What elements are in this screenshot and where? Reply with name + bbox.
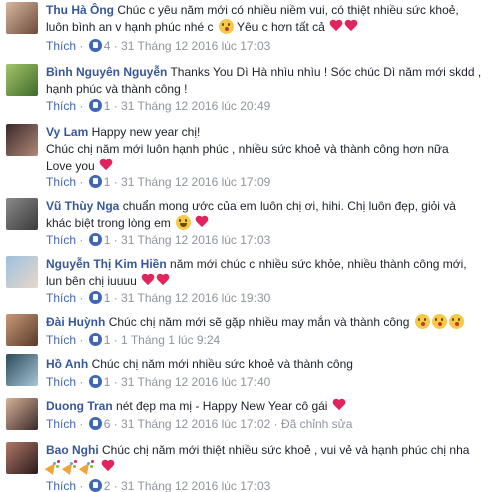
party-popper-icon (80, 460, 94, 474)
kiss-emoji-icon (448, 314, 464, 329)
comment-author[interactable]: Vy Lam (46, 125, 88, 139)
comment-meta: Thích · 4 · 31 Tháng 12 2016 lúc 17:03 (46, 39, 271, 53)
like-button[interactable]: Thích (46, 479, 76, 492)
comment-timestamp[interactable]: 31 Tháng 12 2016 lúc 20:49 (121, 99, 270, 113)
comment-text: Chúc chị năm mới sẽ gặp nhiều may mắn và… (108, 315, 410, 329)
party-popper-icon (63, 460, 77, 474)
comment-meta: Thích · 2 · 31 Tháng 12 2016 lúc 17:03 (46, 479, 271, 492)
like-count-icon (88, 39, 102, 52)
avatar[interactable] (6, 314, 38, 346)
like-count[interactable]: 1 (104, 375, 111, 389)
heart-icon (195, 216, 209, 229)
comment-author[interactable]: Nguyễn Thị Kim Hiền (46, 257, 167, 271)
comment-timestamp[interactable]: 31 Tháng 12 2016 lúc 17:03 (121, 479, 270, 492)
comment-text: Chúc chị năm mới luôn hạnh phúc , nhiều … (46, 142, 449, 156)
avatar[interactable] (6, 2, 38, 34)
like-count[interactable]: 4 (104, 39, 111, 53)
comment-timestamp[interactable]: 31 Tháng 12 2016 lúc 17:03 (121, 233, 270, 247)
heart-icon (101, 460, 115, 473)
like-count[interactable]: 1 (104, 233, 111, 247)
comment-text: Yêu c hơn tất cả (236, 20, 325, 34)
comment-text: Chúc chị năm mới thiệt nhiều sức khoẻ , … (102, 443, 470, 457)
comment-timestamp[interactable]: 31 Tháng 12 2016 lúc 17:02 (121, 417, 270, 431)
like-count[interactable]: 1 (104, 333, 111, 347)
heart-icon (156, 274, 170, 287)
comment-text: Love you (46, 159, 95, 173)
like-count[interactable]: 1 (104, 291, 111, 305)
avatar[interactable] (6, 198, 38, 230)
like-count-icon (88, 291, 102, 304)
comment-author[interactable]: Vũ Thùy Nga (46, 199, 119, 213)
comment-timestamp[interactable]: 31 Tháng 12 2016 lúc 17:03 (121, 39, 270, 53)
smiley-emoji-icon (176, 215, 192, 230)
like-count-icon (88, 375, 102, 388)
comment-text: Chúc chị năm mới nhiều sức khoẻ và thành… (91, 357, 353, 371)
like-count[interactable]: 2 (104, 479, 111, 492)
comment-body: Thu Hà Ông Chúc c yêu năm mới có nhiều n… (46, 2, 484, 36)
avatar[interactable] (6, 442, 38, 474)
comment-meta: Thích · 1 · 31 Tháng 12 2016 lúc 17:03 (46, 233, 271, 247)
like-count[interactable]: 1 (104, 175, 111, 189)
comment-author[interactable]: Bình Nguyên Nguyễn (46, 65, 167, 79)
comment-text: nét đẹp ma mị - Happy New Year cô gái (116, 399, 328, 413)
comment-body: Vũ Thùy Nga chuẩn mong ước của em luôn c… (46, 198, 484, 232)
like-button[interactable]: Thích (46, 39, 76, 53)
heart-icon (344, 20, 358, 33)
like-button[interactable]: Thích (46, 417, 76, 431)
like-button[interactable]: Thích (46, 333, 76, 347)
avatar[interactable] (6, 398, 38, 430)
comment-author[interactable]: Duong Tran (46, 399, 113, 413)
comment-body: Duong Tran nét đẹp ma mị - Happy New Yea… (46, 398, 484, 415)
like-count-icon (88, 175, 102, 188)
comment-body: Vy Lam Happy new year chị! Chúc chị năm … (46, 124, 484, 175)
like-count-icon (88, 333, 102, 346)
like-count-icon (88, 99, 102, 112)
heart-icon (141, 274, 155, 287)
comment-author[interactable]: Bao Nghi (46, 443, 99, 457)
comment-text: Happy new year chị! (91, 125, 201, 139)
like-count-icon (88, 479, 102, 492)
like-count[interactable]: 6 (104, 417, 111, 431)
comment-meta: Thích · 1 · 31 Tháng 12 2016 lúc 20:49 (46, 99, 271, 113)
heart-icon (99, 159, 113, 172)
comment-author[interactable]: Đài Huỳnh (46, 315, 105, 329)
comment-timestamp[interactable]: 31 Tháng 12 2016 lúc 17:09 (121, 175, 270, 189)
comment-body: Bình Nguyên Nguyễn Thanks You Dì Hà nhìu… (46, 64, 484, 98)
like-button[interactable]: Thích (46, 375, 76, 389)
comment-meta: Thích · 1 · 31 Tháng 12 2016 lúc 19:30 (46, 291, 271, 305)
like-count[interactable]: 1 (104, 99, 111, 113)
kiss-emoji-icon (431, 314, 447, 329)
like-count-icon (88, 417, 102, 430)
comment-body: Nguyễn Thị Kim Hiền năm mới chúc c nhiều… (46, 256, 484, 290)
comment-meta: Thích · 1 · 31 Tháng 12 2016 lúc 17:40 (46, 375, 271, 389)
like-button[interactable]: Thích (46, 291, 76, 305)
comment-author[interactable]: Thu Hà Ông (46, 3, 114, 17)
heart-icon (329, 20, 343, 33)
avatar[interactable] (6, 354, 38, 386)
like-button[interactable]: Thích (46, 233, 76, 247)
avatar[interactable] (6, 64, 38, 96)
comment-author[interactable]: Hồ Anh (46, 357, 88, 371)
comment-timestamp[interactable]: 31 Tháng 12 2016 lúc 17:40 (121, 375, 270, 389)
heart-icon (332, 399, 346, 412)
edited-label[interactable]: Đã chỉnh sửa (281, 417, 352, 431)
like-button[interactable]: Thích (46, 175, 76, 189)
like-count-icon (88, 233, 102, 246)
comment-meta: Thích · 6 · 31 Tháng 12 2016 lúc 17:02 ·… (46, 417, 353, 431)
comment-timestamp[interactable]: 1 Tháng 1 lúc 9:24 (121, 333, 220, 347)
comment-body: Đài Huỳnh Chúc chị năm mới sẽ gặp nhiều … (46, 314, 484, 331)
comment-body: Bao Nghi Chúc chị năm mới thiệt nhiều sứ… (46, 442, 484, 476)
comment-meta: Thích · 1 · 31 Tháng 12 2016 lúc 17:09 (46, 175, 271, 189)
kiss-emoji-icon (218, 19, 234, 34)
party-popper-icon (46, 460, 60, 474)
comment-timestamp[interactable]: 31 Tháng 12 2016 lúc 19:30 (121, 291, 270, 305)
like-button[interactable]: Thích (46, 99, 76, 113)
comment-meta: Thích · 1 · 1 Tháng 1 lúc 9:24 (46, 333, 221, 347)
avatar[interactable] (6, 256, 38, 288)
avatar[interactable] (6, 124, 38, 156)
comment-body: Hồ Anh Chúc chị năm mới nhiều sức khoẻ v… (46, 356, 484, 373)
kiss-emoji-icon (414, 314, 430, 329)
